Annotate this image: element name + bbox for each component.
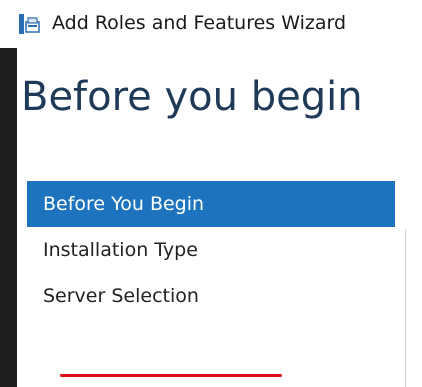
window-title: Add Roles and Features Wizard: [52, 12, 347, 34]
step-before-you-begin[interactable]: Before You Begin: [27, 181, 395, 227]
annotation-underline: [60, 374, 282, 377]
step-server-selection[interactable]: Server Selection: [27, 273, 395, 319]
step-installation-type[interactable]: Installation Type: [27, 227, 395, 273]
step-label: Before You Begin: [43, 193, 205, 215]
step-label: Server Selection: [43, 285, 199, 307]
step-label: Installation Type: [43, 239, 198, 261]
page-title: Before you begin: [21, 74, 363, 120]
wizard-window: Add Roles and Features Wizard Before you…: [0, 0, 422, 387]
wizard-steps-nav: Before You Begin Installation Type Serve…: [27, 181, 395, 319]
nav-divider: [405, 229, 406, 387]
server-manager-icon: [19, 14, 40, 34]
title-bar: Add Roles and Features Wizard: [0, 0, 422, 48]
